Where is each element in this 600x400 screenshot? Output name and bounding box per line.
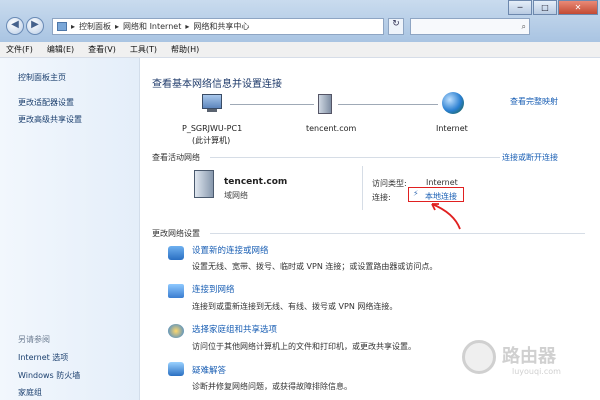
map-internet-label: Internet [436,124,468,133]
breadcrumb-separator: ▸ [185,22,190,31]
forward-arrow-icon: ▶ [31,19,39,30]
close-button[interactable]: ✕ [558,0,598,15]
refresh-icon: ↻ [392,19,400,29]
domain-network-icon [194,170,214,198]
sidebar-link-adapter-settings[interactable]: 更改适配器设置 [18,97,74,108]
forward-button[interactable]: ▶ [26,17,44,35]
sidebar-link-windows-firewall[interactable]: Windows 防火墙 [18,370,80,381]
map-link-line [230,104,314,105]
internet-globe-icon [442,92,464,114]
sidebar: 控制面板主页 更改适配器设置 更改高级共享设置 另请参阅 Internet 选项… [0,58,140,400]
map-link-line [338,104,438,105]
task-homegroup-desc: 访问位于其他网络计算机上的文件和打印机，或更改共享设置。 [192,342,416,351]
breadcrumb-item[interactable]: 控制面板 [79,21,111,32]
menu-file[interactable]: 文件(F) [6,44,33,55]
computer-sub: (此计算机) [192,136,231,145]
main-panel: 查看基本网络信息并设置连接 查看完整映射 P_SGRJWU-PC1 (此计算机)… [140,58,600,400]
sidebar-link-control-panel-home[interactable]: 控制面板主页 [18,72,66,83]
active-networks-header: 查看活动网络 [152,153,200,162]
page-title: 查看基本网络信息并设置连接 [152,79,282,90]
title-bar: ─ □ ✕ ◀ ▶ ▸ 控制面板 ▸ 网络和 Internet ▸ 网络和共享中… [0,0,600,42]
map-network-name: tencent.com [306,124,357,133]
menu-help[interactable]: 帮助(H) [171,44,199,55]
task-homegroup-link[interactable]: 选择家庭组和共享选项 [192,323,277,335]
homegroup-icon [168,324,184,338]
access-type-value: Internet [426,178,458,187]
menu-tools[interactable]: 工具(T) [130,44,157,55]
new-connection-icon [168,246,184,260]
back-button[interactable]: ◀ [6,17,24,35]
change-settings-header: 更改网络设置 [152,229,200,238]
active-network-name: tencent.com [224,177,288,187]
task-connect-network-desc: 连接到或重新连接到无线、有线、拨号或 VPN 网络连接。 [192,302,398,311]
breadcrumb-separator: ▸ [71,22,76,31]
view-full-map-link[interactable]: 查看完整映射 [510,96,558,107]
plug-icon: ⚡ [413,189,419,198]
task-connect-network-link[interactable]: 连接到网络 [192,283,235,295]
back-arrow-icon: ◀ [11,19,19,30]
active-network-type: 域网络 [224,191,248,200]
connections-label: 连接: [372,193,391,202]
annotation-arrow [431,203,461,230]
refresh-button[interactable]: ↻ [388,18,404,35]
watermark-text: 路由器 [502,346,556,367]
computer-icon [202,94,222,112]
access-type-label: 访问类型: [372,179,407,188]
breadcrumb-item[interactable]: 网络和 Internet [123,21,181,32]
search-icon: ⌕ [521,22,526,31]
search-input[interactable]: ⌕ [410,18,530,35]
minimize-button[interactable]: ─ [508,0,532,15]
computer-name: P_SGRJWU-PC1 [182,124,243,133]
vertical-divider [362,166,363,210]
address-bar[interactable]: ▸ 控制面板 ▸ 网络和 Internet ▸ 网络和共享中心 [52,18,384,35]
sidebar-see-also-header: 另请参阅 [18,335,50,344]
menu-view[interactable]: 查看(V) [88,44,116,55]
section-divider [210,157,500,158]
sidebar-link-homegroup[interactable]: 家庭组 [18,387,42,398]
troubleshoot-icon [168,362,184,376]
breadcrumb-separator: ▸ [115,22,120,31]
control-panel-icon [57,22,67,31]
menu-bar: 文件(F) 编辑(E) 查看(V) 工具(T) 帮助(H) [0,42,600,58]
breadcrumb-item[interactable]: 网络和共享中心 [193,21,249,32]
section-divider [210,233,585,234]
connect-network-icon [168,284,184,298]
maximize-button[interactable]: □ [533,0,557,15]
sidebar-link-advanced-sharing[interactable]: 更改高级共享设置 [18,114,82,125]
menu-edit[interactable]: 编辑(E) [47,44,74,55]
watermark-url: luyouqi.com [512,367,561,376]
sidebar-link-internet-options[interactable]: Internet 选项 [18,352,68,363]
network-icon [318,94,332,114]
task-troubleshoot-desc: 诊断并修复网络问题，或获得故障排除信息。 [192,382,352,391]
task-new-connection-desc: 设置无线、宽带、拨号、临时或 VPN 连接；或设置路由器或访问点。 [192,262,438,271]
watermark-logo-icon [462,340,496,374]
task-troubleshoot-link[interactable]: 疑难解答 [192,364,226,376]
task-new-connection-link[interactable]: 设置新的连接或网络 [192,244,269,256]
connect-disconnect-link[interactable]: 连接或断开连接 [502,152,558,163]
